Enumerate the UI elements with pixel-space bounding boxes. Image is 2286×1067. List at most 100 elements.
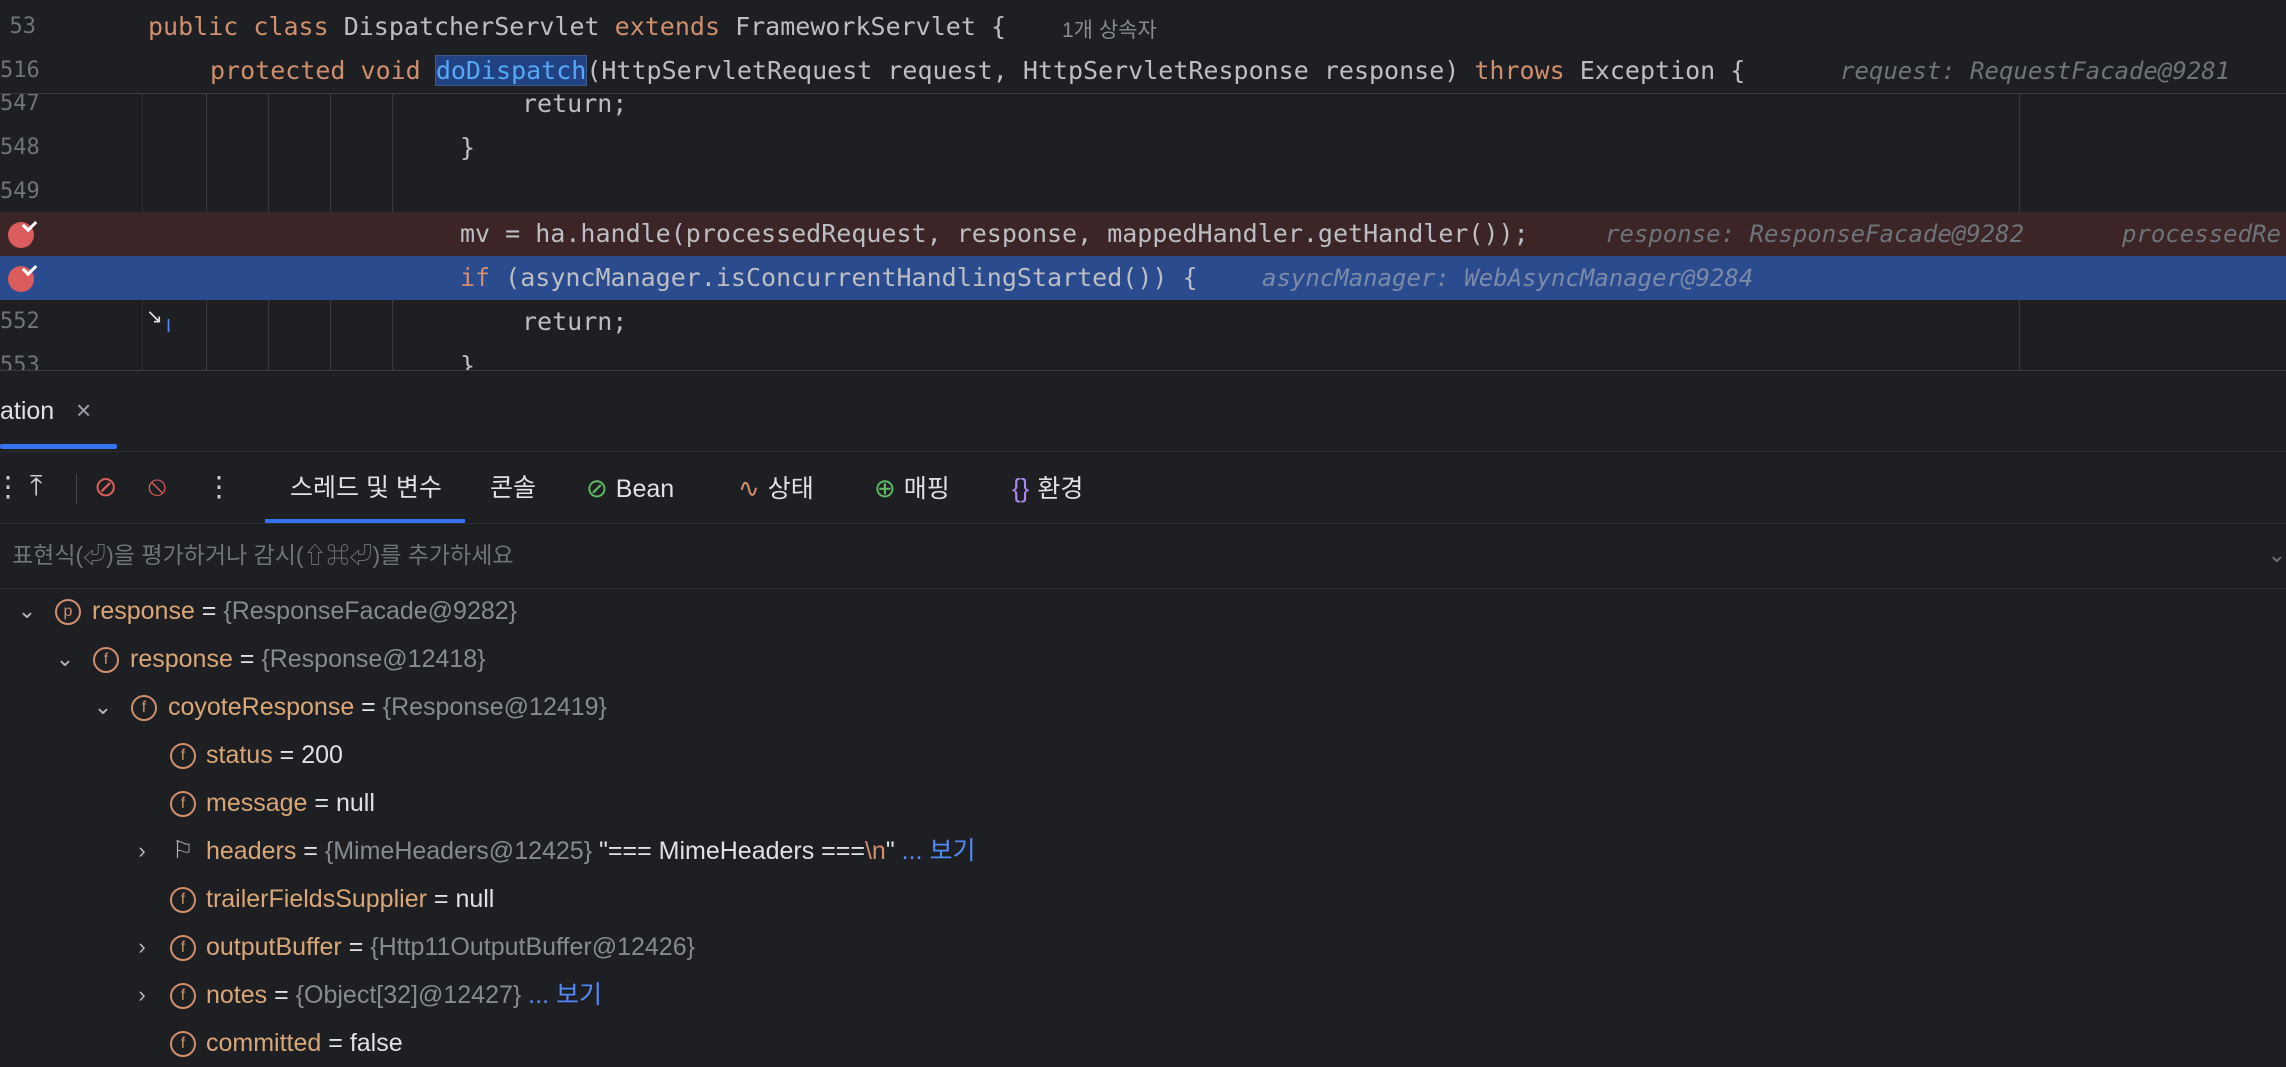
field-icon: f	[93, 647, 119, 673]
equals-sign: =	[321, 1029, 350, 1057]
method-params: (HttpServletRequest request, HttpServlet…	[586, 56, 1460, 85]
exception-type: Exception {	[1579, 56, 1746, 85]
code-text: }	[460, 351, 476, 370]
tab-label: 스레드 및 변수	[290, 474, 442, 502]
variable-row[interactable]: f trailerFieldsSupplier = null	[0, 875, 2286, 923]
environment-icon: {}	[1012, 473, 1030, 503]
line-number: 549	[0, 179, 40, 204]
code-line[interactable]: 549	[0, 170, 2286, 214]
run-config-tab-label: ation	[0, 397, 55, 425]
evaluate-expression-bar: ⌄	[0, 523, 2286, 589]
line-number: 548	[0, 135, 40, 160]
variable-type: {MimeHeaders@12425}	[324, 837, 593, 865]
close-icon[interactable]: ×	[76, 395, 91, 426]
sticky-line-method[interactable]: 516 protected void doDispatch(HttpServle…	[0, 49, 2286, 94]
line-number: 552	[0, 309, 40, 334]
step-icon[interactable]: ⋮	[0, 470, 22, 503]
keyword: protected	[210, 56, 346, 85]
code-line-breakpoint[interactable]: mv = ha.handle(processedRequest, respons…	[0, 212, 2286, 256]
code-line[interactable]: 553 }	[0, 344, 2286, 370]
variable-row[interactable]: ⌄ p response = {ResponseFacade@9282}	[0, 587, 2286, 635]
code-text: }	[460, 133, 476, 162]
code-line[interactable]: 552 ↘ I return;	[0, 300, 2286, 344]
view-breakpoints-icon[interactable]: ⊘	[94, 470, 117, 503]
variable-name: committed	[206, 1029, 322, 1057]
expand-icon[interactable]: ⌄	[2268, 542, 2286, 568]
parent-class: FrameworkServlet	[735, 12, 976, 41]
chevron-right-icon[interactable]: ›	[130, 923, 154, 971]
chevron-down-icon[interactable]: ⌄	[15, 587, 39, 635]
variable-row[interactable]: › f outputBuffer = {Http11OutputBuffer@1…	[0, 923, 2286, 971]
code-text: return;	[522, 307, 628, 336]
tab-underline	[0, 444, 117, 449]
equals-sign: =	[354, 693, 383, 721]
chevron-down-icon[interactable]: ⌄	[53, 635, 77, 683]
line-number: 553	[0, 353, 40, 370]
code-line-current[interactable]: if (asyncManager.isConcurrentHandlingSta…	[0, 256, 2286, 300]
breakpoint-icon[interactable]	[8, 222, 34, 248]
tab-mappings[interactable]: ⊕ 매핑	[874, 452, 950, 524]
step-out-icon[interactable]: ⤒	[30, 470, 42, 503]
field-icon: f	[170, 743, 196, 769]
variable-row[interactable]: › f notes = {Object[32]@12427} ... 보기	[0, 971, 2286, 1019]
view-link[interactable]: ... 보기	[895, 837, 976, 865]
inheritors-hint[interactable]: 1개 상속자	[1062, 14, 1157, 44]
equals-sign: =	[267, 981, 296, 1009]
escape-sequence: \n	[864, 837, 886, 865]
equals-sign: =	[296, 837, 325, 865]
text-cursor-icon: I	[166, 316, 172, 336]
field-icon: f	[170, 935, 196, 961]
equals-sign: =	[307, 789, 336, 817]
chevron-right-icon[interactable]: ›	[130, 827, 154, 875]
tab-label: 상태	[767, 475, 814, 503]
chevron-down-icon[interactable]: ⌄	[91, 683, 115, 731]
variable-row[interactable]: › ⚐ headers = {MimeHeaders@12425} "=== M…	[0, 827, 2286, 875]
field-icon: f	[170, 1031, 196, 1057]
variable-row[interactable]: ⌄ f coyoteResponse = {Response@12419}	[0, 683, 2286, 731]
variable-row[interactable]: ⌄ f response = {Response@12418}	[0, 635, 2286, 683]
variable-type: {Response@12419}	[382, 693, 607, 721]
variable-name: outputBuffer	[206, 933, 342, 961]
view-link[interactable]: ... 보기	[521, 981, 602, 1009]
variable-string: "	[885, 837, 895, 865]
chevron-right-icon[interactable]: ›	[130, 971, 154, 1019]
inline-value-hint: asyncManager: WebAsyncManager@9284	[1262, 264, 1754, 292]
keyword: public	[148, 12, 239, 41]
tab-threads-variables[interactable]: 스레드 및 변수	[290, 452, 442, 524]
breakpoint-icon[interactable]	[8, 266, 34, 292]
tab-health[interactable]: ∿ 상태	[738, 452, 814, 524]
variable-value: null	[335, 789, 375, 817]
code-line[interactable]: 548 }	[0, 126, 2286, 170]
variable-type: {ResponseFacade@9282}	[223, 597, 518, 625]
variable-name: coyoteResponse	[168, 693, 355, 721]
tab-label: 콘솔	[490, 474, 537, 502]
mute-breakpoints-icon[interactable]: ⦸	[148, 470, 166, 503]
variable-string: "=== MimeHeaders ===	[592, 837, 865, 865]
tab-label: 환경	[1037, 475, 1084, 503]
inline-value-hint: processedRe	[2122, 220, 2281, 248]
code-editor[interactable]: 547 return; 548 } 549 mv = ha.handle(pro…	[0, 0, 2286, 370]
variable-name: headers	[206, 837, 297, 865]
field-icon: f	[170, 983, 196, 1009]
tab-bean[interactable]: ⊘ Bean	[586, 452, 674, 524]
sticky-line-class[interactable]: 53 public class DispatcherServlet extend…	[0, 5, 2286, 49]
keyword: class	[253, 12, 329, 41]
equals-sign: =	[232, 645, 262, 673]
field-icon: f	[131, 695, 157, 721]
tab-environment[interactable]: {} 환경	[1012, 452, 1083, 524]
variable-value: false	[349, 1029, 403, 1057]
variable-row[interactable]: f message = null	[0, 779, 2286, 827]
variable-type: {Object[32]@12427}	[295, 981, 522, 1009]
variable-row[interactable]: f committed = false	[0, 1019, 2286, 1067]
variable-name: response	[92, 597, 195, 625]
evaluate-expression-input[interactable]	[10, 534, 2254, 576]
equals-sign: =	[341, 933, 371, 961]
tab-console[interactable]: 콘솔	[490, 452, 536, 524]
equals-sign: =	[272, 741, 302, 769]
keyword: extends	[614, 12, 720, 41]
variable-name: response	[130, 645, 233, 673]
variable-row[interactable]: f status = 200	[0, 731, 2286, 779]
code-text: (asyncManager.isConcurrentHandlingStarte…	[490, 263, 1198, 292]
method-name[interactable]: doDispatch	[434, 55, 588, 86]
more-options-icon[interactable]: ⋮	[205, 470, 233, 503]
